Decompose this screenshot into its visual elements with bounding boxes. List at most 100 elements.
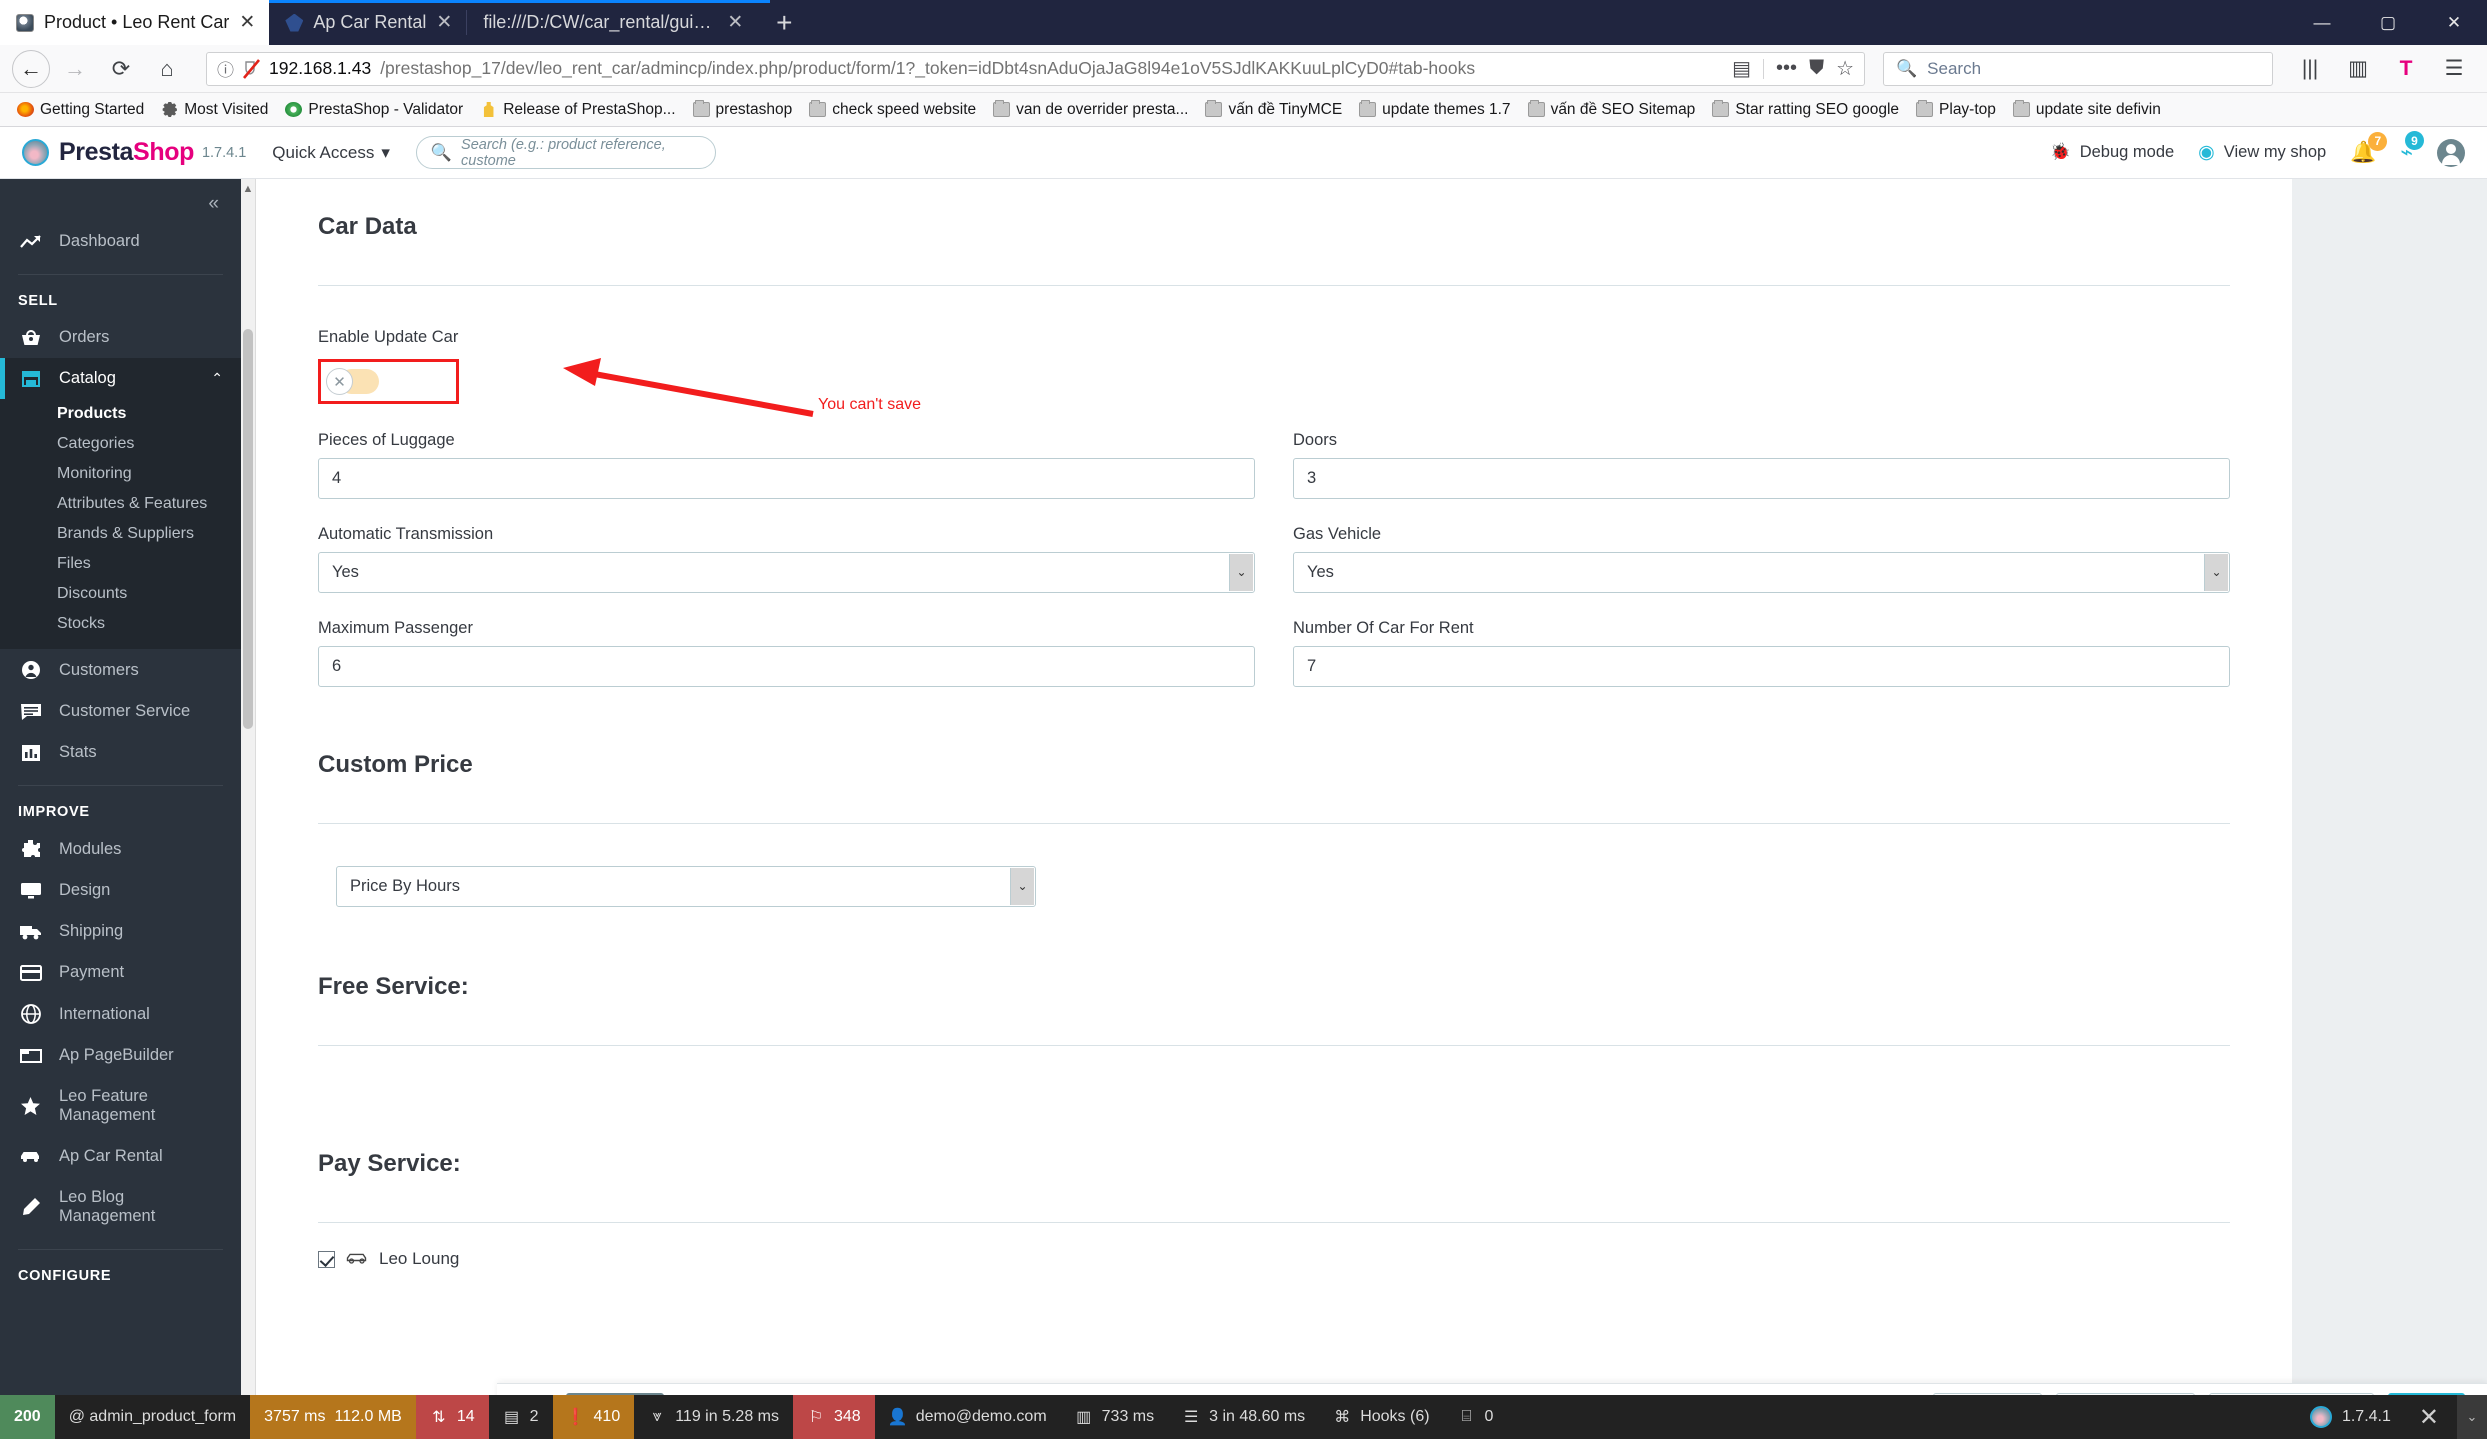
sidebar-item-discounts[interactable]: Discounts (0, 579, 241, 609)
reader-view-icon[interactable]: ▤ (1732, 56, 1751, 81)
debug-user[interactable]: 👤 demo@demo.com (875, 1395, 1061, 1439)
sidebar-item-stocks[interactable]: Stocks (0, 609, 241, 639)
sidebar-item-attributes-features[interactable]: Attributes & Features (0, 489, 241, 519)
search-bar[interactable]: 🔍 Search (1883, 51, 2273, 86)
home-button[interactable]: ⌂ (146, 50, 188, 88)
back-button[interactable]: ← (12, 49, 50, 88)
bookmark-tinymce[interactable]: vấn đề TinyMCE (1198, 98, 1349, 122)
avatar-icon[interactable] (2437, 138, 2465, 167)
notifications-bell[interactable]: 🔔 7 (2350, 131, 2388, 165)
bookmark-check-speed-website[interactable]: check speed website (802, 98, 983, 122)
sidebar-item-leo-blog-management[interactable]: Leo Blog Management (0, 1177, 241, 1237)
bookmark-update-site-defivin[interactable]: update site defivin (2006, 98, 2168, 122)
close-icon[interactable]: ✕ (239, 11, 255, 34)
debug-profiler[interactable]: ⌸ 0 (1444, 1395, 1508, 1439)
account-avatar[interactable]: T (2385, 50, 2427, 88)
gas-vehicle-select[interactable]: Yes ⌄ (1293, 552, 2230, 593)
sidebar-item-international[interactable]: International (0, 993, 241, 1035)
sidebar-item-files[interactable]: Files (0, 549, 241, 579)
close-window-button[interactable]: ✕ (2421, 0, 2487, 45)
bookmark-getting-started[interactable]: Getting Started (10, 98, 151, 122)
minimize-button[interactable]: — (2289, 0, 2355, 45)
number-of-car-for-rent-input[interactable]: 7 (1293, 646, 2230, 687)
bookmark-seo-sitemap[interactable]: vấn đề SEO Sitemap (1521, 98, 1703, 122)
bookmark-star-ratting-seo[interactable]: Star ratting SEO google (1705, 98, 1906, 122)
prestashop-logo[interactable]: PrestaShop (22, 138, 194, 167)
close-icon[interactable]: ✕ (436, 11, 452, 34)
sidebar-item-monitoring[interactable]: Monitoring (0, 459, 241, 489)
debug-time-memory[interactable]: 3757 ms 112.0 MB (250, 1395, 416, 1439)
automatic-transmission-select[interactable]: Yes ⌄ (318, 552, 1255, 593)
debug-translations[interactable]: ⚐ 348 (792, 1395, 875, 1439)
sidebar-item-leo-feature-management[interactable]: Leo Feature Management (0, 1076, 241, 1136)
debug-database[interactable]: ☰ 3 in 48.60 ms (1168, 1395, 1319, 1439)
info-icon[interactable]: ⓘ (217, 56, 234, 81)
browser-tab-2[interactable]: Ap Car Rental ✕ (269, 0, 466, 45)
bookmark-play-top[interactable]: Play-top (1909, 98, 2003, 122)
debug-close-button[interactable]: ✕ (2401, 1395, 2457, 1439)
sidebar-item-design[interactable]: Design (0, 870, 241, 911)
custom-price-select[interactable]: Price By Hours ⌄ (336, 866, 1036, 907)
page-scrollbar[interactable]: ▲ ▼ (241, 179, 256, 1439)
sidebar-item-categories[interactable]: Categories (0, 429, 241, 459)
hamburger-icon[interactable]: ☰ (2433, 50, 2475, 88)
sidebar-item-shipping[interactable]: Shipping (0, 911, 241, 952)
new-tab-button[interactable]: + (757, 0, 811, 45)
bookmark-update-themes[interactable]: update themes 1.7 (1352, 98, 1517, 122)
ellipsis-icon[interactable]: ••• (1776, 57, 1797, 80)
sidebar-item-catalog[interactable]: Catalog ⌃ (0, 358, 241, 399)
bookmark-release-prestashop[interactable]: Release of PrestaShop... (473, 98, 682, 122)
sidebar-item-customer-service[interactable]: Customer Service (0, 691, 241, 732)
sidebar-item-orders[interactable]: Orders (0, 317, 241, 358)
sidebar-collapse-icon[interactable]: « (0, 179, 241, 221)
orders-notifications[interactable]: ⌁ 9 (2400, 131, 2424, 165)
scroll-up-arrow[interactable]: ▲ (241, 183, 255, 195)
debug-scroll-indicator[interactable]: ⌄ (2457, 1395, 2487, 1439)
sidebar-icon[interactable]: ▥ (2337, 50, 2379, 88)
browser-tab-3[interactable]: file:///D:/CW/car_rental/guide/apre ✕ (467, 0, 757, 45)
library-icon[interactable]: ||| (2289, 50, 2331, 88)
maximum-passenger-input[interactable]: 6 (318, 646, 1255, 687)
pieces-of-luggage-input[interactable]: 4 (318, 458, 1255, 499)
debug-twig[interactable]: ▥ 733 ms (1061, 1395, 1168, 1439)
admin-search-input[interactable]: 🔍 Search (e.g.: product reference, custo… (415, 136, 716, 169)
bookmark-van-de-overrider[interactable]: van de overrider presta... (986, 98, 1195, 122)
debug-exceptions[interactable]: ❗ 410 (552, 1395, 635, 1439)
debug-status-code[interactable]: 200 (0, 1395, 55, 1439)
pay-service-checkbox[interactable] (318, 1250, 335, 1268)
debug-redirects[interactable]: ⇅ 14 (415, 1395, 489, 1439)
debug-version[interactable]: 1.7.4.1 (2300, 1395, 2401, 1439)
doors-input[interactable]: 3 (1293, 458, 2230, 499)
sidebar-item-products[interactable]: Products (0, 399, 241, 429)
bookmark-prestashop[interactable]: prestashop (686, 98, 800, 122)
debug-forms[interactable]: ▤ 2 (489, 1395, 553, 1439)
sidebar-item-ap-car-rental[interactable]: Ap Car Rental (0, 1136, 241, 1177)
sidebar-item-payment[interactable]: Payment (0, 952, 241, 993)
quick-access-menu[interactable]: Quick Access ▾ (272, 143, 390, 163)
bookmark-prestashop-validator[interactable]: PrestaShop - Validator (278, 98, 470, 122)
browser-tab-1[interactable]: Product • Leo Rent Car ✕ (0, 0, 270, 45)
debug-events[interactable]: ⩔ 119 in 5.28 ms (634, 1395, 793, 1439)
sidebar-item-brands-suppliers[interactable]: Brands & Suppliers (0, 519, 241, 549)
enable-update-car-toggle[interactable]: ✕ (326, 368, 382, 395)
pay-service-item-leo-loung[interactable]: Leo Loung (318, 1249, 2230, 1269)
forward-button[interactable]: → (54, 50, 96, 88)
scrollbar-thumb[interactable] (243, 329, 253, 729)
view-my-shop-link[interactable]: ◉ View my shop (2198, 141, 2326, 164)
bookmark-most-visited[interactable]: Most Visited (154, 98, 275, 122)
reload-button[interactable]: ⟳ (100, 50, 142, 88)
sidebar-item-dashboard[interactable]: Dashboard (0, 221, 241, 262)
translation-icon: ⚐ (808, 1409, 824, 1426)
debug-hooks[interactable]: ⌘ Hooks (6) (1319, 1395, 1443, 1439)
address-bar[interactable]: ⓘ 192.168.1.43/prestashop_17/dev/leo_ren… (206, 51, 1865, 86)
sidebar-item-stats[interactable]: Stats (0, 732, 241, 773)
debug-mode-indicator[interactable]: 🐞 Debug mode (2050, 143, 2174, 162)
pocket-icon[interactable]: ⛊ (1809, 57, 1824, 80)
sidebar-item-ap-pagebuilder[interactable]: Ap PageBuilder (0, 1035, 241, 1076)
maximize-button[interactable]: ▢ (2355, 0, 2421, 45)
star-icon[interactable]: ☆ (1836, 56, 1854, 81)
sidebar-item-customers[interactable]: Customers (0, 649, 241, 691)
debug-route[interactable]: @ admin_product_form (55, 1395, 250, 1439)
sidebar-item-modules[interactable]: Modules (0, 828, 241, 870)
close-icon[interactable]: ✕ (727, 11, 743, 34)
